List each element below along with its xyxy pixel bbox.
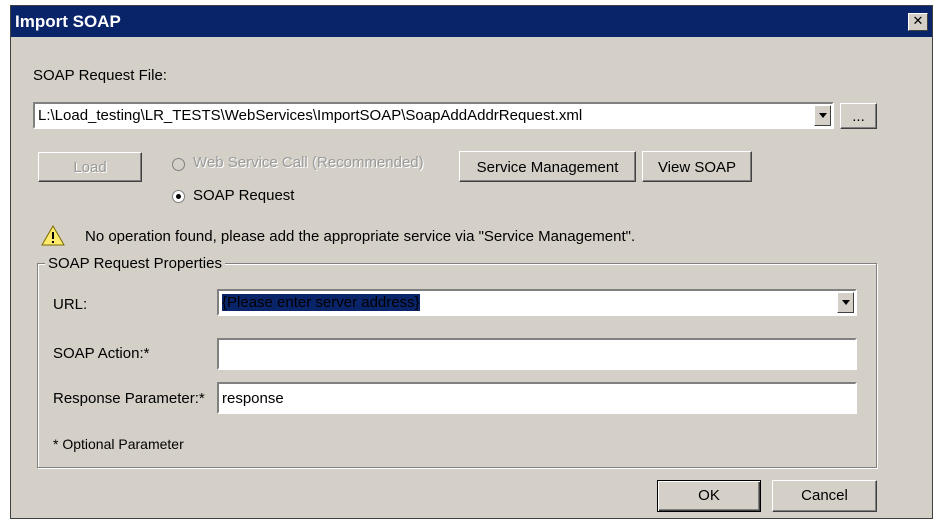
view-soap-button[interactable]: View SOAP — [642, 151, 752, 182]
ok-button-label: OK — [698, 487, 720, 504]
soap-request-radio[interactable] — [172, 190, 185, 203]
load-button-label: Load — [73, 159, 107, 176]
chevron-down-icon[interactable] — [837, 292, 854, 313]
load-button[interactable]: Load — [38, 152, 142, 182]
soap-request-radio-label: SOAP Request — [193, 187, 295, 204]
window-title: Import SOAP — [15, 12, 121, 31]
web-service-call-radio[interactable] — [172, 158, 185, 171]
response-parameter-input[interactable]: response — [217, 382, 857, 414]
warning-text: No operation found, please add the appro… — [85, 228, 636, 245]
browse-button-label: ... — [852, 108, 865, 125]
web-service-call-label: Web Service Call (Recommended) — [193, 154, 424, 171]
soap-request-file-label: SOAP Request File: — [33, 67, 167, 84]
cancel-button[interactable]: Cancel — [772, 480, 877, 512]
warning-icon — [41, 225, 65, 246]
service-management-button[interactable]: Service Management — [459, 151, 636, 182]
soap-action-input[interactable] — [217, 338, 857, 370]
url-value: {Please enter server address} — [222, 294, 420, 311]
url-label: URL: — [53, 296, 88, 313]
cancel-button-label: Cancel — [801, 487, 848, 504]
browse-button[interactable]: ... — [840, 103, 877, 129]
ok-button[interactable]: OK — [657, 480, 761, 512]
soap-action-label: SOAP Action:* — [53, 345, 150, 362]
service-management-label: Service Management — [476, 159, 619, 176]
response-parameter-value: response — [222, 390, 284, 407]
close-icon: ✕ — [912, 14, 924, 29]
chevron-down-icon[interactable] — [814, 105, 831, 126]
optional-parameter-note: * Optional Parameter — [53, 436, 184, 452]
soap-request-file-value: L:\Load_testing\LR_TESTS\WebServices\Imp… — [38, 107, 583, 124]
title-bar[interactable]: Import SOAP ✕ — [11, 6, 932, 37]
soap-request-file-combo[interactable]: L:\Load_testing\LR_TESTS\WebServices\Imp… — [33, 102, 834, 129]
soap-request-properties-title: SOAP Request Properties — [45, 255, 225, 272]
close-button[interactable]: ✕ — [908, 13, 928, 31]
view-soap-label: View SOAP — [657, 159, 737, 176]
response-parameter-label: Response Parameter:* — [53, 390, 205, 407]
import-soap-dialog: Import SOAP ✕ SOAP Request File: L:\Load… — [10, 5, 933, 519]
url-combo[interactable]: {Please enter server address} — [217, 289, 857, 316]
